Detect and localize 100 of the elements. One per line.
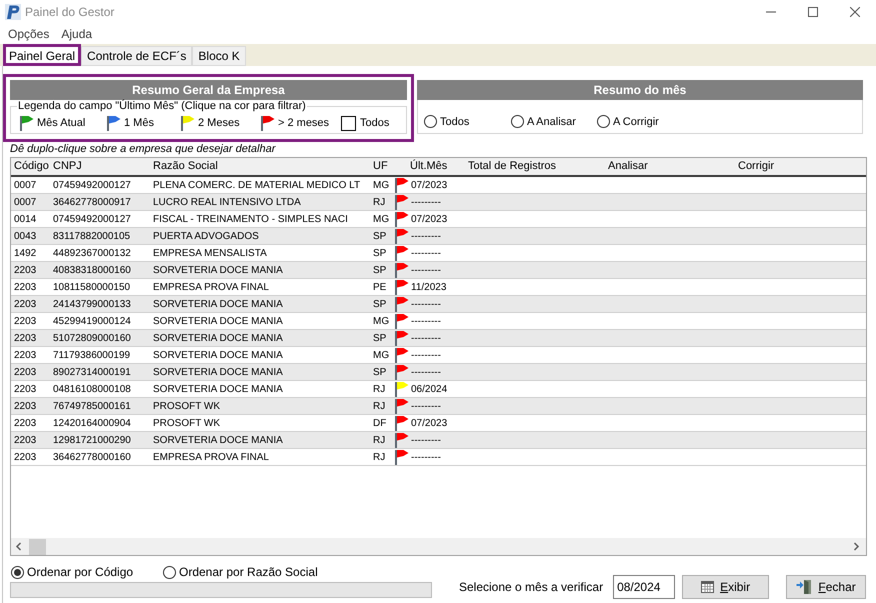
show-button[interactable]: Exibir — [682, 575, 770, 599]
table-row[interactable]: 1492 44892367000132 EMPRESA MENSALISTA SP --------- — [11, 245, 866, 262]
flag-filter[interactable]: Mês Atual — [20, 115, 107, 132]
month-input[interactable]: 08/2024 — [613, 575, 676, 599]
table-row[interactable]: 2203 12981721000290 SORVETERIA DOCE MANIA RJ --------- — [11, 432, 866, 449]
table-row[interactable]: 2203 76749785000161 PROSOFT WK RJ --------- — [11, 398, 866, 415]
table-cell-text: 2203 — [13, 400, 38, 414]
table-cell-text: --------- — [411, 264, 441, 278]
table-cell-text: 40838318000160 — [52, 264, 132, 278]
table-cell-text: --------- — [411, 450, 441, 464]
table-row[interactable]: 0007 07459492000127 PLENA COMERC. DE MATERIAL MEDICO LT MG 07/2023 — [11, 177, 866, 194]
close-window-button[interactable]: Fechar — [786, 575, 866, 599]
table-cell-text: SP — [372, 264, 388, 278]
table-cell-text: RJ — [372, 196, 386, 210]
flag-filter[interactable]: 1 Mês — [107, 115, 181, 132]
table-cell-text: 89027314000191 — [52, 366, 132, 380]
table-cell-text: 07/2023 — [411, 178, 448, 192]
column-header[interactable]: CNPJ — [50, 158, 150, 175]
table-cell-text: 45299419000124 — [52, 314, 132, 328]
radio-option[interactable]: A Analisar — [511, 114, 597, 130]
table-cell-text: 11/2023 — [411, 280, 446, 294]
table-cell-text: SORVETERIA DOCE MANIA — [152, 366, 284, 380]
table-cell-text: SORVETERIA DOCE MANIA — [152, 434, 284, 448]
table-cell-text: 04816108000108 — [52, 382, 132, 396]
table-row[interactable]: 2203 10811580000150 EMPRESA PROVA FINAL PE 11/2023 — [11, 279, 866, 296]
table-cell-text: MG — [372, 178, 390, 192]
table-cell-text: 2203 — [13, 366, 38, 380]
door-arrow-icon — [796, 579, 812, 595]
tab[interactable]: Controle de ECF´s — [81, 46, 192, 66]
table-row[interactable]: 2203 24143799000133 SORVETERIA DOCE MANIA SP --------- — [11, 296, 866, 313]
table-row[interactable]: 2203 51072809000160 SORVETERIA DOCE MANIA SP --------- — [11, 330, 866, 347]
table-row[interactable]: 0007 36462778000917 LUCRO REAL INTENSIVO LTDA RJ --------- — [11, 194, 866, 211]
table-cell-text: --------- — [411, 434, 441, 448]
table-cell-text: --------- — [411, 230, 441, 244]
table-cell-text: 24143799000133 — [52, 298, 132, 312]
table-row[interactable]: 2203 40838318000160 SORVETERIA DOCE MANIA SP --------- — [11, 262, 866, 279]
table-row[interactable]: 2203 36462778000160 EMPRESA PROVA FINAL RJ --------- — [11, 449, 866, 466]
table-cell-text: PE — [372, 280, 388, 294]
radio-option[interactable]: A Corrigir — [597, 114, 683, 130]
radio-option[interactable]: Todos — [424, 114, 511, 130]
scrollbar-thumb[interactable] — [29, 538, 46, 554]
table-cell-text: 07459492000127 — [52, 178, 132, 192]
table-cell-text: 2203 — [13, 332, 38, 346]
sort-radio-option[interactable]: Ordenar por Razão Social — [163, 563, 363, 581]
table-cell-text: 83117882000105 — [52, 230, 132, 244]
table-cell-text: 44892367000132 — [52, 246, 132, 260]
sort-radio-option[interactable]: Ordenar por Código — [11, 563, 163, 581]
table-cell-text: PLENA COMERC. DE MATERIAL MEDICO LT — [152, 178, 362, 192]
column-header[interactable]: Código — [11, 158, 50, 175]
column-header[interactable]: Últ.Mês — [394, 158, 465, 175]
legend-title: Legenda do campo "Último Mês" (Clique na cor para filtrar) — [17, 100, 307, 112]
column-header[interactable]: Analisar — [605, 158, 735, 175]
table-cell-text: PROSOFT WK — [152, 416, 222, 430]
table-cell-text: 2203 — [13, 450, 38, 464]
column-header[interactable]: Corrigir — [735, 158, 866, 175]
table-cell-text: SORVETERIA DOCE MANIA — [152, 314, 284, 328]
column-header[interactable]: Total de Registros — [465, 158, 605, 175]
table-cell-text: 2203 — [13, 416, 38, 430]
all-checkbox[interactable]: Todos — [341, 115, 390, 132]
table-cell-text: 2203 — [13, 298, 38, 312]
table-row[interactable]: 0043 83117882000105 PUERTA ADVOGADOS SP --------- — [11, 228, 866, 245]
chevron-left-icon[interactable] — [15, 542, 22, 551]
chevron-right-icon[interactable] — [853, 542, 860, 551]
table-row[interactable]: 2203 89027314000191 SORVETERIA DOCE MANIA SP --------- — [11, 364, 866, 381]
window-title: Painel do Gestor — [25, 4, 114, 21]
table-cell-text: PROSOFT WK — [152, 400, 222, 414]
table-cell-text: SORVETERIA DOCE MANIA — [152, 264, 284, 278]
flag-filter[interactable]: 2 Meses — [181, 115, 261, 132]
table-cell-text: EMPRESA MENSALISTA — [152, 246, 268, 260]
table-row[interactable]: 2203 45299419000124 SORVETERIA DOCE MANIA MG --------- — [11, 313, 866, 330]
table-cell-text: 0014 — [13, 212, 38, 226]
column-header[interactable]: UF — [370, 158, 394, 175]
menu-item[interactable]: Ajuda — [57, 25, 96, 43]
table-cell-text: 2203 — [13, 314, 38, 328]
table-cell-text: --------- — [411, 314, 441, 328]
table-cell-text: MG — [372, 314, 390, 328]
table-cell-text: 71179386000199 — [52, 348, 132, 362]
table-cell-text: SORVETERIA DOCE MANIA — [152, 382, 284, 396]
table-cell-text: 0007 — [13, 196, 38, 210]
column-header[interactable]: Razão Social — [150, 158, 370, 175]
flag-filter[interactable]: > 2 meses — [261, 115, 341, 132]
maximize-icon — [808, 7, 818, 17]
table-cell-text: DF — [372, 416, 388, 430]
table-cell-text: EMPRESA PROVA FINAL — [152, 280, 270, 294]
table-row[interactable]: 0014 07459492000127 FISCAL - TREINAMENTO - SIMPLES NACI MG 07/2023 — [11, 211, 866, 228]
table-cell-text: EMPRESA PROVA FINAL — [152, 450, 270, 464]
table-cell-text: MG — [372, 212, 390, 226]
table-cell-text: FISCAL - TREINAMENTO - SIMPLES NACI — [152, 212, 349, 226]
tab[interactable]: Painel Geral — [3, 44, 82, 66]
panel-header: Resumo do mês — [417, 80, 863, 100]
table-cell-text: 1492 — [13, 246, 38, 260]
panel-header: Resumo Geral da Empresa — [10, 80, 407, 100]
table-row[interactable]: 2203 12420164000904 PROSOFT WK DF 07/2023 — [11, 415, 866, 432]
menu-item[interactable]: Opções — [4, 25, 54, 43]
field-label: Selecione o mês a verificar — [459, 579, 604, 596]
table-cell-text: SP — [372, 366, 388, 380]
tab[interactable]: Bloco K — [192, 46, 246, 66]
table-row[interactable]: 2203 71179386000199 SORVETERIA DOCE MANIA MG --------- — [11, 347, 866, 364]
table-row[interactable]: 2203 04816108000108 SORVETERIA DOCE MANIA RJ 06/2024 — [11, 381, 866, 398]
table-cell-text: 51072809000160 — [52, 332, 132, 346]
